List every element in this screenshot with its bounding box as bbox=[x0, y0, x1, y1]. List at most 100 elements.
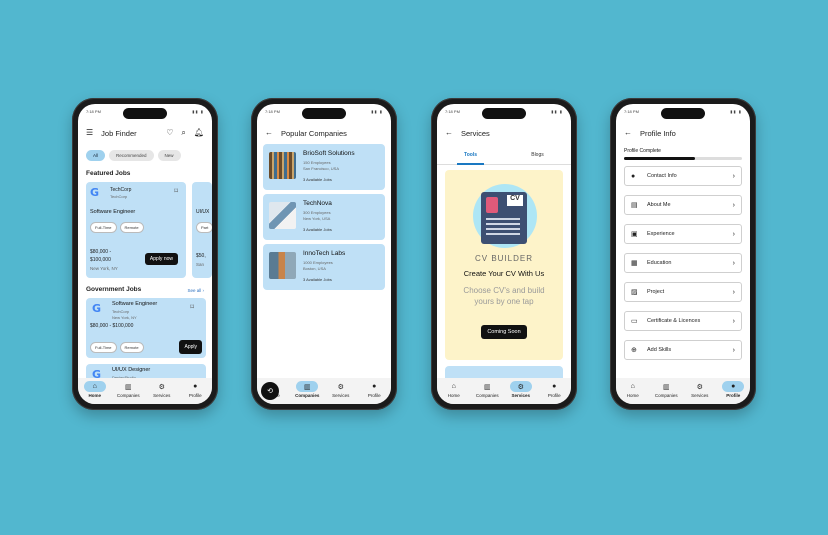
page-title: Profile Info bbox=[640, 128, 676, 138]
nav-home[interactable]: ⌂Home bbox=[440, 381, 468, 398]
peek-title: UI/UX bbox=[196, 209, 210, 215]
page-title: Services bbox=[461, 128, 490, 138]
menu-icon[interactable]: ☰ bbox=[86, 129, 93, 137]
company-thumbnail bbox=[269, 152, 296, 179]
apply-now-button[interactable]: Apply now bbox=[144, 253, 178, 265]
profile-menu-item[interactable]: ● Contact Info › bbox=[624, 166, 742, 186]
chevron-right-icon: › bbox=[732, 259, 735, 267]
company-card[interactable]: InnoTech Labs 1000 Employees Boston, USA… bbox=[263, 244, 385, 290]
nav-services[interactable]: ⚙ Services bbox=[148, 381, 176, 399]
nav-companies[interactable]: ▥ Companies bbox=[652, 381, 680, 399]
tab-tools[interactable]: Tools bbox=[437, 148, 504, 165]
profile-progress-label: Profile Complete bbox=[624, 148, 661, 154]
status-time: 7:18 PM bbox=[445, 109, 460, 114]
rotate-icon: ⟲ bbox=[267, 388, 273, 395]
phone-job-finder: 7:18 PM ▮▮ ▮ ☰ Job Finder ♡ ⌕ 🔔︎ All Rec… bbox=[72, 98, 218, 410]
bookmark-icon[interactable]: ⌑ bbox=[174, 188, 178, 195]
government-job-card[interactable]: G Software Engineer TechCorp New York, N… bbox=[86, 298, 206, 358]
back-arrow-icon[interactable]: ← bbox=[265, 129, 273, 137]
status-icons: ▮▮ ▮ bbox=[192, 109, 204, 114]
cv-lines-icon bbox=[486, 218, 520, 238]
profile-menu-item[interactable]: ▭ Certificate & Licences › bbox=[624, 311, 742, 331]
nav-profile[interactable]: ● Profile bbox=[540, 381, 568, 398]
coming-soon-wrap: Coming Soon bbox=[445, 320, 563, 339]
nav-services[interactable]: ⚙ Services bbox=[507, 381, 535, 398]
chevron-right-icon: › bbox=[732, 288, 735, 296]
screen: 7:18 PM ▮▮ ▮ ← Popular Companies BrioSof… bbox=[257, 104, 391, 404]
chip-new[interactable]: New bbox=[157, 150, 181, 161]
nav-home[interactable]: ⌂Home bbox=[619, 381, 647, 398]
profile-menu-label: Certificate & Licences bbox=[647, 318, 701, 324]
company-name: BrioSoft Solutions bbox=[303, 150, 355, 157]
apply-button[interactable]: Apply bbox=[179, 340, 202, 354]
nav-profile[interactable]: ● Profile bbox=[360, 381, 388, 398]
coming-soon-button[interactable]: Coming Soon bbox=[481, 325, 527, 339]
cv-badge: CV bbox=[507, 195, 523, 206]
tag-remote: Remote bbox=[119, 342, 144, 353]
company-card[interactable]: BrioSoft Solutions 150 Employees San Fra… bbox=[263, 144, 385, 190]
bottom-nav: ⌂Home ▥Companies ⚙Services ●Profile bbox=[78, 378, 212, 404]
bottom-nav: ⌂Home ▥Companies ⚙Services ●Profile bbox=[616, 378, 750, 404]
back-arrow-icon[interactable]: ← bbox=[445, 129, 453, 137]
see-all-link[interactable]: See all › bbox=[187, 288, 204, 293]
job-role: Software Engineer bbox=[112, 301, 158, 307]
tab-blogs[interactable]: Blogs bbox=[504, 148, 571, 164]
page-title: Job Finder bbox=[101, 128, 137, 138]
search-icon[interactable]: ⌕ bbox=[181, 129, 185, 137]
tag-full-time: Full-Time bbox=[90, 222, 117, 233]
company-card[interactable]: TechNova 300 Employees New York, USA 3 A… bbox=[263, 194, 385, 240]
profile-menu-item[interactable]: ⊕ Add Skills › bbox=[624, 340, 742, 360]
nav-companies[interactable]: ▥ Companies bbox=[114, 381, 142, 399]
company-name: TechNova bbox=[303, 200, 332, 207]
certificate-icon: ▭ bbox=[631, 318, 638, 325]
job-role: Software Engineer bbox=[90, 209, 136, 215]
nav-companies[interactable]: ▥ Companies bbox=[473, 381, 501, 399]
app-bar: ← Services bbox=[437, 122, 571, 144]
app-bar: ☰ Job Finder ♡ ⌕ 🔔︎ bbox=[78, 122, 212, 144]
app-bar: ← Popular Companies bbox=[257, 122, 391, 144]
nav-services[interactable]: ⚙ Services bbox=[327, 381, 355, 399]
nav-profile[interactable]: ● Profile bbox=[181, 381, 209, 398]
profile-icon: ● bbox=[372, 383, 377, 390]
bookmark-icon[interactable]: ⌑ bbox=[190, 304, 194, 311]
profile-menu-label: Experience bbox=[647, 231, 675, 237]
google-logo-icon: G bbox=[92, 302, 102, 315]
profile-menu-item[interactable]: ▣ Experience › bbox=[624, 224, 742, 244]
company-jobs: 3 Available Jobs bbox=[303, 277, 332, 282]
screen-rotate-button[interactable]: ⟲ bbox=[261, 382, 279, 400]
home-icon: ⌂ bbox=[83, 381, 106, 392]
briefcase-icon: ▣ bbox=[631, 231, 638, 238]
chip-all[interactable]: All bbox=[86, 150, 106, 161]
home-icon: ⌂ bbox=[451, 383, 456, 390]
camera-notch bbox=[482, 108, 526, 119]
chevron-right-icon: › bbox=[732, 317, 735, 325]
services-icon: ⚙ bbox=[337, 383, 344, 391]
featured-job-card[interactable]: G TechCorp TechCorp ⌑ Software Engineer … bbox=[86, 182, 186, 278]
bell-icon[interactable]: 🔔︎ bbox=[194, 129, 204, 137]
profile-menu-item[interactable]: ▤ About Me › bbox=[624, 195, 742, 215]
location: New York, NY bbox=[90, 266, 118, 271]
cv-illustration: CV bbox=[473, 184, 537, 248]
company-sub: TechCorp bbox=[110, 194, 128, 199]
company-employees: 150 Employees bbox=[303, 160, 331, 165]
phone-services: 7:18 PM ▮▮ ▮ ← Services Tools Blogs CV C… bbox=[431, 98, 577, 410]
document-icon: ▤ bbox=[631, 202, 638, 209]
profile-menu-label: Contact Info bbox=[647, 173, 677, 179]
nav-home[interactable]: ⌂Home bbox=[81, 381, 109, 398]
back-arrow-icon[interactable]: ← bbox=[624, 129, 632, 137]
profile-menu-item[interactable]: ▦ Education › bbox=[624, 253, 742, 273]
nav-profile[interactable]: ● Profile bbox=[719, 381, 747, 398]
document-icon: CV bbox=[481, 192, 527, 244]
featured-job-card-peek[interactable]: UI/UX Part $50, San bbox=[192, 182, 212, 278]
page-title: Popular Companies bbox=[281, 128, 347, 138]
profile-menu-item[interactable]: ▨ Project › bbox=[624, 282, 742, 302]
camera-notch bbox=[123, 108, 167, 119]
company-employees: 1000 Employees bbox=[303, 260, 333, 265]
company-location: Boston, USA bbox=[303, 266, 326, 271]
chip-recommended[interactable]: Recommended bbox=[109, 150, 154, 161]
heart-icon[interactable]: ♡ bbox=[166, 129, 173, 137]
nav-companies[interactable]: ▥ Companies bbox=[293, 381, 321, 398]
status-time: 7:18 PM bbox=[265, 109, 280, 114]
nav-services[interactable]: ⚙ Services bbox=[686, 381, 714, 399]
peek-location: San bbox=[196, 262, 205, 267]
